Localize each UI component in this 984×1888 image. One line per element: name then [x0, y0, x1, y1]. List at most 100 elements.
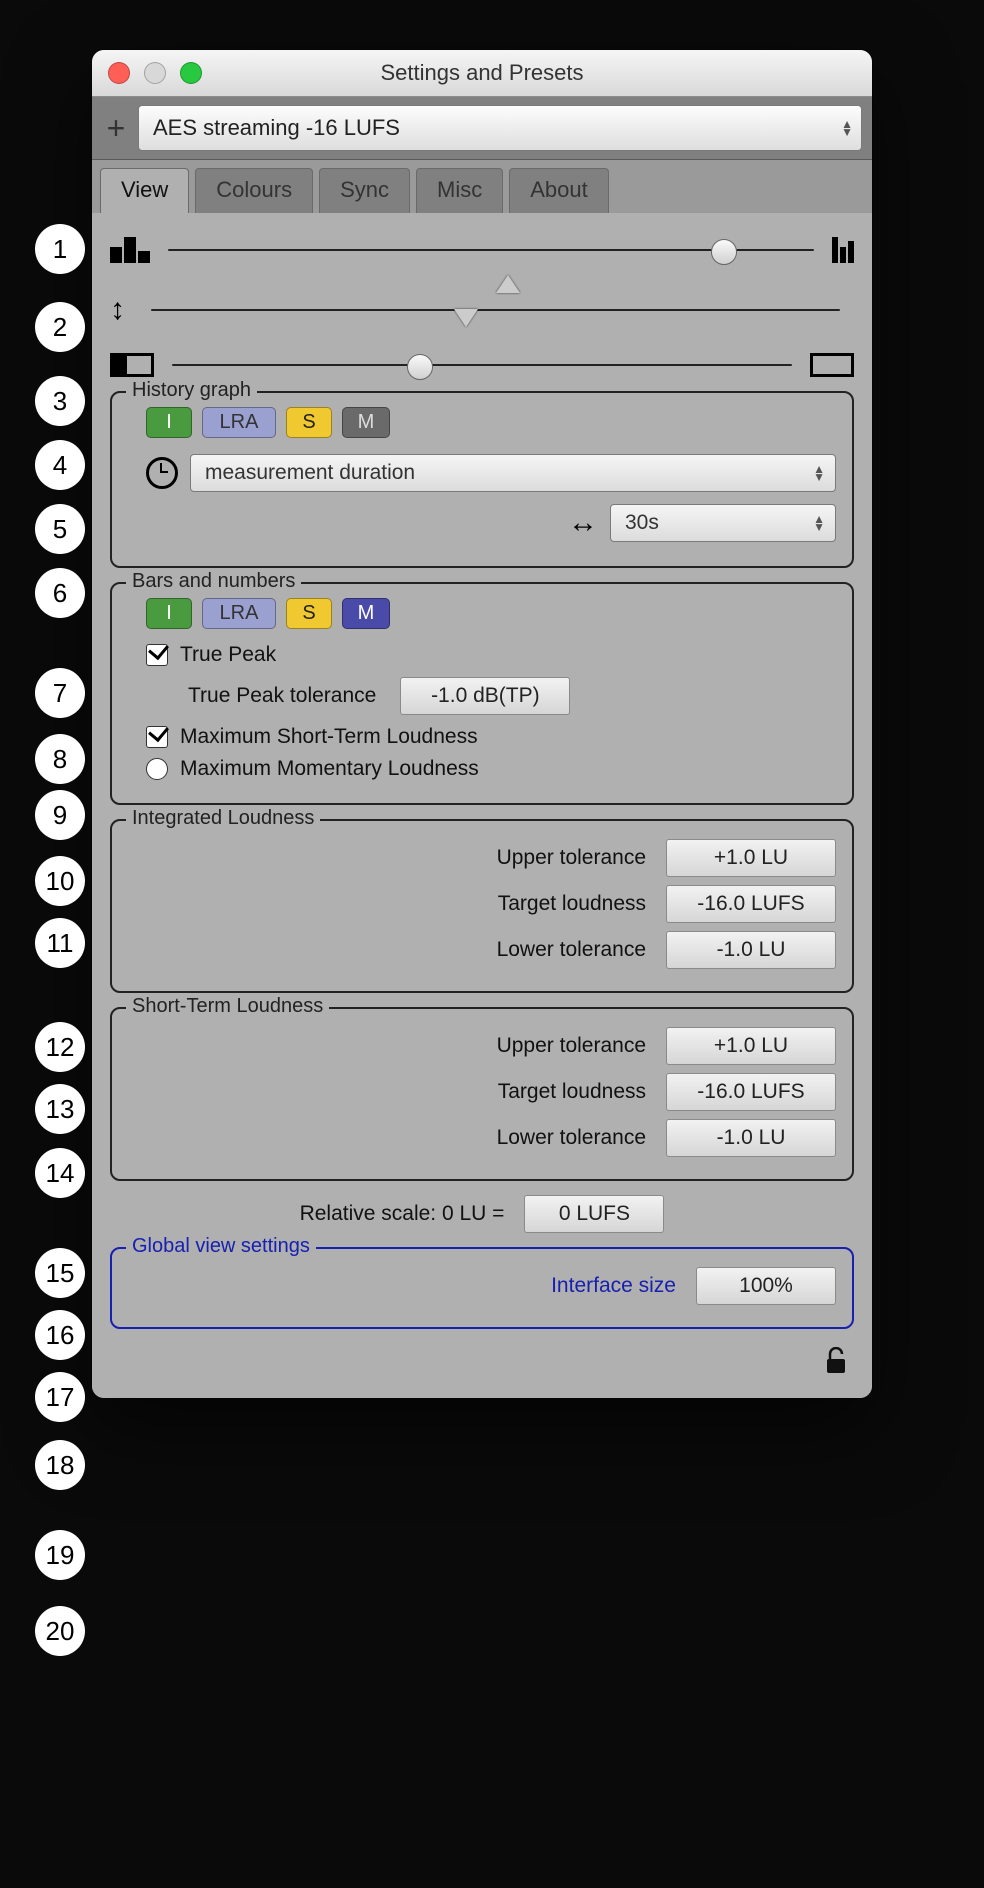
tab-colours[interactable]: Colours: [195, 168, 313, 213]
true-peak-checkbox[interactable]: [146, 644, 168, 666]
chip-lra[interactable]: LRA: [202, 598, 276, 629]
int-lower-label: Lower tolerance: [416, 938, 646, 962]
chip-lra[interactable]: LRA: [202, 407, 276, 438]
settings-window: Settings and Presets + AES streaming -16…: [92, 50, 872, 1398]
lock-icon[interactable]: [824, 1347, 848, 1382]
chip-s[interactable]: S: [286, 598, 332, 629]
group-legend: Bars and numbers: [126, 570, 301, 593]
max-mml-radio[interactable]: [146, 758, 168, 780]
window-title: Settings and Presets: [92, 60, 872, 86]
annotation-marker: 11: [35, 918, 85, 968]
st-target-value[interactable]: -16.0 LUFS: [666, 1073, 836, 1111]
chip-i[interactable]: I: [146, 598, 192, 629]
annotation-marker: 2: [35, 302, 85, 352]
duration-mode-dropdown[interactable]: measurement duration ▲▼: [190, 454, 836, 492]
annotation-marker: 17: [35, 1372, 85, 1422]
annotation-marker: 10: [35, 856, 85, 906]
st-lower-value[interactable]: -1.0 LU: [666, 1119, 836, 1157]
tab-view[interactable]: View: [100, 168, 189, 213]
max-mml-label: Maximum Momentary Loudness: [180, 757, 479, 781]
tab-sync[interactable]: Sync: [319, 168, 410, 213]
dropdown-value: 30s: [625, 511, 659, 535]
group-legend: History graph: [126, 379, 257, 402]
minimize-window-button[interactable]: [144, 62, 166, 84]
true-peak-check-row: True Peak: [146, 643, 836, 667]
chip-m[interactable]: M: [342, 598, 390, 629]
wide-rect-icon: [810, 353, 854, 377]
tp-tolerance-value[interactable]: -1.0 dB(TP): [400, 677, 570, 715]
annotation-marker: 9: [35, 790, 85, 840]
max-stl-checkbox[interactable]: [146, 726, 168, 748]
st-upper-label: Upper tolerance: [416, 1034, 646, 1058]
annotation-marker: 18: [35, 1440, 85, 1490]
max-stl-label: Maximum Short-Term Loudness: [180, 725, 478, 749]
int-upper-value[interactable]: +1.0 LU: [666, 839, 836, 877]
annotation-marker: 8: [35, 734, 85, 784]
bar-width-slider[interactable]: [168, 249, 814, 251]
chevron-updown-icon: ▲▼: [813, 515, 825, 531]
relative-scale-label: Relative scale: 0 LU =: [300, 1202, 505, 1226]
annotation-marker: 20: [35, 1606, 85, 1656]
annotation-marker: 14: [35, 1148, 85, 1198]
chevron-updown-icon: ▲▼: [841, 120, 853, 136]
preset-dropdown[interactable]: AES streaming -16 LUFS ▲▼: [138, 105, 862, 151]
clock-icon: [146, 457, 178, 489]
horizontal-arrows-icon: ↔: [568, 506, 598, 540]
annotation-marker: 6: [35, 568, 85, 618]
tab-misc[interactable]: Misc: [416, 168, 503, 213]
annotation-marker: 5: [35, 504, 85, 554]
add-preset-button[interactable]: +: [102, 118, 130, 138]
tab-bar: View Colours Sync Misc About: [92, 160, 872, 213]
wide-bars-icon: [110, 237, 150, 263]
aspect-slider[interactable]: [172, 364, 792, 366]
zoom-window-button[interactable]: [180, 62, 202, 84]
titlebar: Settings and Presets: [92, 50, 872, 97]
vertical-arrows-icon: ↕: [110, 293, 125, 327]
integrated-group: Integrated Loudness Upper tolerance+1.0 …: [110, 819, 854, 993]
range-marker-high[interactable]: [496, 275, 520, 293]
annotation-marker: 1: [35, 224, 85, 274]
annotation-marker: 15: [35, 1248, 85, 1298]
group-legend: Global view settings: [126, 1235, 316, 1258]
chip-s[interactable]: S: [286, 407, 332, 438]
slider-thumb[interactable]: [407, 354, 433, 380]
max-mml-radio-row: Maximum Momentary Loudness: [146, 757, 836, 781]
window-length-dropdown[interactable]: 30s ▲▼: [610, 504, 836, 542]
st-upper-value[interactable]: +1.0 LU: [666, 1027, 836, 1065]
chip-i[interactable]: I: [146, 407, 192, 438]
scale-range-row: ↕: [110, 293, 854, 327]
dropdown-value: measurement duration: [205, 461, 415, 485]
int-upper-label: Upper tolerance: [416, 846, 646, 870]
tab-about[interactable]: About: [509, 168, 609, 213]
close-window-button[interactable]: [108, 62, 130, 84]
interface-size-label: Interface size: [446, 1274, 676, 1298]
narrow-rect-icon: [110, 353, 154, 377]
history-chips: I LRA S M: [146, 407, 836, 438]
thin-bars-icon: [832, 237, 854, 263]
true-peak-label: True Peak: [180, 643, 276, 667]
int-lower-value[interactable]: -1.0 LU: [666, 931, 836, 969]
annotation-marker: 13: [35, 1084, 85, 1134]
aspect-row: [110, 353, 854, 377]
chip-m[interactable]: M: [342, 407, 390, 438]
preset-selected: AES streaming -16 LUFS: [153, 115, 400, 141]
interface-size-value[interactable]: 100%: [696, 1267, 836, 1305]
scale-range-slider[interactable]: [151, 309, 840, 311]
annotation-marker: 4: [35, 440, 85, 490]
tp-tolerance-label: True Peak tolerance: [188, 684, 376, 708]
annotation-marker: 19: [35, 1530, 85, 1580]
relative-scale-value[interactable]: 0 LUFS: [524, 1195, 664, 1233]
shortterm-group: Short-Term Loudness Upper tolerance+1.0 …: [110, 1007, 854, 1181]
annotation-marker: 3: [35, 376, 85, 426]
range-marker-low[interactable]: [454, 309, 478, 327]
group-legend: Short-Term Loudness: [126, 995, 329, 1018]
max-stl-check-row: Maximum Short-Term Loudness: [146, 725, 836, 749]
st-target-label: Target loudness: [416, 1080, 646, 1104]
annotation-marker: 12: [35, 1022, 85, 1072]
slider-thumb[interactable]: [711, 239, 737, 265]
annotation-marker: 16: [35, 1310, 85, 1360]
annotation-marker: 7: [35, 668, 85, 718]
chevron-updown-icon: ▲▼: [813, 465, 825, 481]
tab-body: ↕ History graph: [92, 213, 872, 1398]
int-target-value[interactable]: -16.0 LUFS: [666, 885, 836, 923]
